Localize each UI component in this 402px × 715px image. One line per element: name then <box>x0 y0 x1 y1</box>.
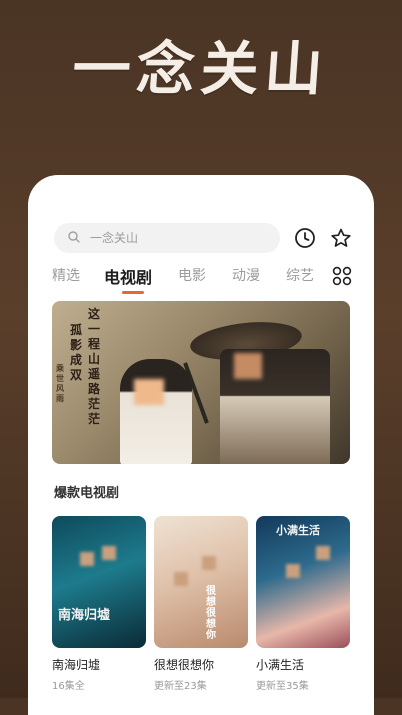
poster-image: 南海归墟 <box>52 516 146 648</box>
banner-figure-left <box>120 359 192 464</box>
list-item[interactable]: 南海归墟 南海归墟 16集全 <box>52 516 146 692</box>
category-tabs: 精选 电视剧 电影 动漫 综艺 <box>52 265 360 295</box>
featured-banner[interactable]: 这一程山遥路茫茫 孤影成双 乘世风雨 <box>52 301 350 464</box>
grid-icon[interactable] <box>332 266 352 286</box>
search-box[interactable] <box>54 223 280 253</box>
tab-tv-series[interactable]: 电视剧 <box>104 264 152 288</box>
poster-face <box>286 564 300 578</box>
poster-face <box>316 546 330 560</box>
poster-title-art: 南海归墟 <box>58 608 111 623</box>
banner-tagline: 乘世风雨 <box>56 363 64 403</box>
banner-poem-line-1: 这一程山遥路茫茫 <box>88 307 101 426</box>
banner-face-left <box>134 379 164 405</box>
tab-movies[interactable]: 电影 <box>178 265 206 285</box>
list-item[interactable]: 小满生活 小满生活 更新至35集 <box>256 516 350 692</box>
clock-icon[interactable] <box>294 227 316 249</box>
tab-variety[interactable]: 综艺 <box>286 265 314 285</box>
search-icon <box>68 231 80 243</box>
banner-poem-line-2: 孤影成双 <box>70 323 83 382</box>
search-bar-row <box>54 223 358 253</box>
card-title: 很想很想你 <box>154 658 215 672</box>
active-tab-indicator <box>122 291 144 294</box>
poster-face <box>80 552 94 566</box>
poster-title-art: 很想很想你 <box>206 586 216 641</box>
drama-list: 南海归墟 南海归墟 16集全 很想很想你 很想很想你 更新至23集 小满生活 小… <box>52 516 352 692</box>
poster-face <box>174 572 188 586</box>
card-subtitle: 更新至23集 <box>154 681 207 692</box>
banner-face-right <box>234 353 262 379</box>
card-subtitle: 更新至35集 <box>256 681 309 692</box>
card-subtitle: 16集全 <box>52 681 85 692</box>
search-input[interactable] <box>90 223 270 253</box>
tab-anime[interactable]: 动漫 <box>232 265 260 285</box>
tab-featured[interactable]: 精选 <box>52 265 80 285</box>
poster-face <box>202 556 216 570</box>
brand-title: 一念关山 <box>70 35 332 103</box>
poster-title-art: 小满生活 <box>276 524 320 537</box>
poster-face <box>102 546 116 560</box>
poster-image: 小满生活 <box>256 516 350 648</box>
poster-image: 很想很想你 <box>154 516 248 648</box>
section-title: 爆款电视剧 <box>54 486 120 501</box>
card-title: 南海归墟 <box>52 658 101 672</box>
app-screen: 精选 电视剧 电影 动漫 综艺 这一程山遥路茫茫 孤影成双 乘世风雨 爆款电视剧… <box>28 175 374 715</box>
card-title: 小满生活 <box>256 658 305 672</box>
star-icon[interactable] <box>330 227 352 249</box>
list-item[interactable]: 很想很想你 很想很想你 更新至23集 <box>154 516 248 692</box>
